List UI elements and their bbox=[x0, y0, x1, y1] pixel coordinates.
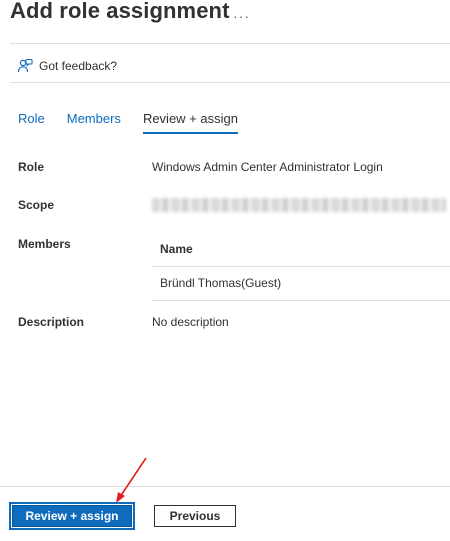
role-label: Role bbox=[18, 160, 45, 174]
divider bbox=[10, 43, 450, 44]
scope-value-redacted bbox=[152, 198, 446, 212]
role-value: Windows Admin Center Administrator Login bbox=[152, 160, 383, 174]
feedback-icon bbox=[17, 58, 33, 73]
previous-button[interactable]: Previous bbox=[154, 505, 236, 527]
tab-role[interactable]: Role bbox=[18, 111, 45, 134]
members-label: Members bbox=[18, 237, 71, 251]
more-options-button[interactable]: ··· bbox=[233, 8, 250, 24]
page-title: Add role assignment bbox=[10, 0, 230, 23]
review-assign-button[interactable]: Review + assign bbox=[9, 502, 135, 530]
scope-label: Scope bbox=[18, 198, 55, 212]
feedback-label: Got feedback? bbox=[39, 59, 118, 73]
table-row: Bründl Thomas(Guest) bbox=[152, 267, 450, 301]
column-header-name: Name bbox=[152, 232, 450, 267]
feedback-link[interactable]: Got feedback? bbox=[17, 58, 117, 74]
description-label: Description bbox=[18, 315, 85, 329]
divider bbox=[10, 82, 450, 83]
footer-divider bbox=[0, 486, 450, 487]
members-table: Name Bründl Thomas(Guest) bbox=[152, 232, 450, 301]
tab-members[interactable]: Members bbox=[67, 111, 121, 134]
tab-review-assign[interactable]: Review + assign bbox=[142, 111, 238, 134]
description-value: No description bbox=[152, 315, 229, 329]
annotation-arrow-icon bbox=[116, 457, 147, 503]
tab-bar: Role Members Review + assign bbox=[18, 111, 260, 134]
